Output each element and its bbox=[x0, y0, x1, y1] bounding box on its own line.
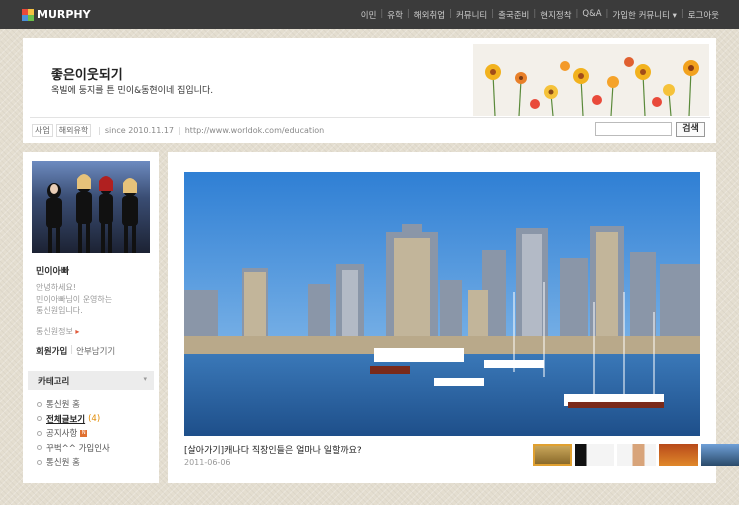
nav-divider: | bbox=[575, 9, 579, 19]
category-name: 꾸벅^^ 가입인사 bbox=[46, 443, 110, 454]
nickname: 민이아빠 bbox=[36, 267, 70, 277]
nav-divider: | bbox=[533, 9, 537, 19]
post-count: (4) bbox=[88, 413, 101, 424]
nav-departure-prep[interactable]: 출국준비 bbox=[498, 9, 529, 21]
new-badge-icon: N bbox=[80, 429, 88, 437]
tag-study-abroad[interactable]: 해외유학 bbox=[55, 124, 92, 137]
bullet-icon bbox=[37, 401, 42, 407]
blog-title[interactable]: 좋은이웃되기 bbox=[51, 64, 123, 83]
thumbnail-3[interactable] bbox=[617, 444, 656, 466]
chevron-down-icon: ▾ bbox=[143, 375, 147, 383]
join-button[interactable]: 회원가입 bbox=[36, 345, 67, 357]
member-links: 회원가입 | 안부남기기 bbox=[36, 345, 115, 357]
top-bar: MURPHY 이민 | 유학 | 해외취업 | 커뮤니티 | 출국준비 | 현지정착 | Q… bbox=[0, 0, 739, 29]
search-button[interactable]: 검색 bbox=[676, 122, 705, 137]
thumbnail-2[interactable] bbox=[575, 444, 614, 466]
post-title[interactable]: [살아가기]캐나다 직장인들은 얼마나 일할까요? bbox=[184, 443, 362, 456]
nav-my-communities[interactable]: 가입한 커뮤니티 ▾ bbox=[612, 9, 676, 21]
category-item[interactable]: 전체글보기 (4) bbox=[37, 412, 110, 427]
thumbnail-strip bbox=[533, 444, 739, 466]
logo-text: MURPHY bbox=[37, 8, 91, 21]
bullet-icon bbox=[37, 445, 42, 451]
link-divider: | bbox=[70, 345, 74, 355]
search-input[interactable] bbox=[595, 122, 672, 136]
thumbnail-4[interactable] bbox=[659, 444, 698, 466]
post-date: 2011-06-06 bbox=[184, 458, 231, 467]
guestbook-link[interactable]: 안부남기기 bbox=[76, 345, 115, 357]
category-name: 전체글보기 bbox=[46, 414, 86, 425]
meta-divider: | bbox=[178, 126, 181, 135]
nav-divider: | bbox=[406, 9, 410, 19]
nav-overseas-jobs[interactable]: 해외취업 bbox=[414, 9, 445, 21]
category-title: 카테고리 bbox=[38, 377, 70, 387]
thumbnail-1[interactable] bbox=[533, 444, 572, 466]
category-name: 통신원 홈 bbox=[46, 400, 80, 411]
bullet-icon bbox=[37, 416, 42, 422]
since-date: since 2010.11.17 bbox=[104, 126, 175, 135]
category-item[interactable]: 공지사항 N bbox=[37, 426, 110, 441]
category-header[interactable]: 카테고리 ▾ bbox=[28, 371, 154, 390]
thumbnail-5[interactable] bbox=[701, 444, 739, 466]
profile-image[interactable] bbox=[32, 161, 150, 253]
nav-logout[interactable]: 로그아웃 bbox=[688, 9, 719, 21]
header-divider bbox=[30, 117, 710, 118]
top-nav: 이민 | 유학 | 해외취업 | 커뮤니티 | 출국준비 | 현지정착 | Q&A | 가입한… bbox=[361, 9, 719, 21]
blog-meta: 사업 해외유학 | since 2010.11.17 | http://www.… bbox=[32, 124, 324, 137]
category-item[interactable]: 통신원 홈 bbox=[37, 455, 110, 470]
nav-divider: | bbox=[680, 9, 684, 19]
murphy-logo[interactable]: MURPHY bbox=[22, 8, 91, 21]
nav-divider: | bbox=[380, 9, 384, 19]
main-content: [살아가기]캐나다 직장인들은 얼마나 일할까요? 2011-06-06 bbox=[168, 152, 739, 483]
logo-icon bbox=[22, 8, 34, 21]
category-list: 통신원 홈 전체글보기 (4) 공지사항 N 꾸벅^^ 가입인사 통신원 홈 bbox=[37, 397, 110, 470]
featured-image[interactable] bbox=[184, 172, 700, 436]
nav-settlement[interactable]: 현지정착 bbox=[540, 9, 571, 21]
nav-study-abroad[interactable]: 유학 bbox=[387, 9, 403, 21]
category-item[interactable]: 통신원 홈 bbox=[37, 397, 110, 412]
nav-qa[interactable]: Q&A bbox=[582, 9, 601, 21]
bullet-icon bbox=[37, 459, 42, 465]
blog-url[interactable]: http://www.worldok.com/education bbox=[185, 126, 325, 135]
correspondent-info-label: 통신원정보 bbox=[36, 327, 73, 336]
meta-divider: | bbox=[98, 126, 101, 135]
nav-divider: | bbox=[605, 9, 609, 19]
category-item[interactable]: 꾸벅^^ 가입인사 bbox=[37, 441, 110, 456]
arrow-right-icon: ▸ bbox=[75, 327, 80, 336]
bullet-icon bbox=[37, 430, 42, 436]
nav-immigration[interactable]: 이민 bbox=[361, 9, 377, 21]
category-name: 통신원 홈 bbox=[46, 458, 80, 469]
nav-divider: | bbox=[449, 9, 452, 19]
correspondent-info-link[interactable]: 통신원정보 ▸ bbox=[36, 326, 79, 337]
nav-divider: | bbox=[491, 9, 495, 19]
blog-header: 좋은이웃되기 옥빌에 둥지를 튼 민이&동현이네 집입니다. 사업 해외유학 |… bbox=[23, 38, 716, 143]
sidebar: 민이아빠 안녕하세요! 민이아빠님이 운영하는 통신원입니다. 통신원정보 ▸ … bbox=[23, 152, 159, 483]
intro-text: 안녕하세요! 민이아빠님이 운영하는 통신원입니다. bbox=[36, 283, 113, 315]
category-name: 공지사항 bbox=[46, 429, 78, 440]
nav-community[interactable]: 커뮤니티 bbox=[456, 9, 487, 21]
tag-business[interactable]: 사업 bbox=[32, 124, 53, 137]
blog-description: 옥빌에 둥지를 튼 민이&동현이네 집입니다. bbox=[51, 86, 214, 96]
flower-banner-image bbox=[473, 44, 709, 117]
